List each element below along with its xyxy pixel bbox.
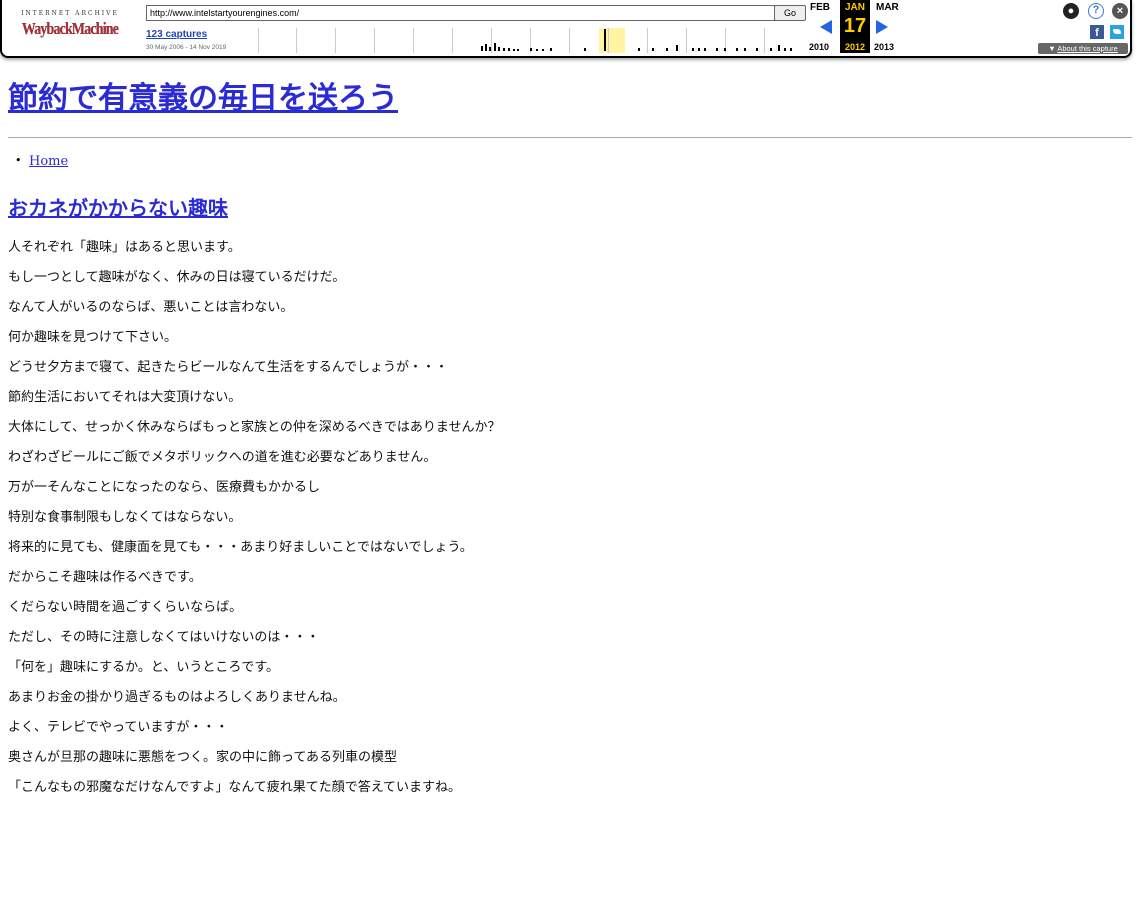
capture-sparkline[interactable] <box>258 28 805 53</box>
post-paragraph: 人それぞれ「趣味」はあると思います。 <box>8 240 241 255</box>
sparkline-bar <box>756 48 758 51</box>
sparkline-bar <box>494 43 496 51</box>
sparkline-bar <box>704 48 706 51</box>
facebook-icon[interactable]: f <box>1090 25 1104 39</box>
sparkline-bar <box>744 48 746 51</box>
post-paragraph: 節約生活においてそれは大変頂けない。 <box>8 390 242 405</box>
help-icon[interactable]: ? <box>1088 3 1104 19</box>
sparkline-year-divider <box>374 28 375 53</box>
prev-month-link[interactable]: FEB <box>810 2 830 13</box>
logo-top-text: INTERNET ARCHIVE <box>21 10 119 17</box>
post-paragraph: 特別な食事制限もしなくてはならない。 <box>8 510 242 525</box>
user-icon[interactable]: ● <box>1063 3 1079 19</box>
sparkline-year-divider <box>647 28 648 53</box>
current-month: JAN <box>844 2 865 13</box>
sparkline-year-divider <box>764 28 765 53</box>
post-paragraph: だからこそ趣味は作るべきです。 <box>8 570 202 585</box>
post-paragraph: 将来的に見ても、健康面を見ても・・・あまり好ましいことではないでしょう。 <box>8 540 473 555</box>
post-paragraph: なんて人がいるのならば、悪いことは言わない。 <box>8 300 294 315</box>
about-capture-label: About this capture <box>1057 44 1118 53</box>
post-paragraph: 奥さんが旦那の趣味に悪態をつく。家の中に飾ってある列車の模型 <box>8 750 397 765</box>
captures-link[interactable]: 123 captures <box>146 29 207 40</box>
sparkline-bar <box>498 47 500 51</box>
nav-menu: Home <box>15 154 68 169</box>
sparkline-year-divider <box>686 28 687 53</box>
post-paragraph: 大体にして、せっかく休みならばもっと家族との仲を深めるべきではありませんか？ <box>8 420 501 435</box>
sparkline-bar <box>666 48 668 51</box>
post-title-link[interactable]: おカネがかからない趣味 <box>8 196 228 220</box>
sparkline-bar <box>604 29 606 51</box>
site-title: 節約で有意義の毎日を送ろう <box>8 80 398 118</box>
next-month-link[interactable]: MAR <box>876 2 899 13</box>
post-paragraph: わざわざビールにご飯でメタボリックへの道を進む必要などありません。 <box>8 450 437 465</box>
sparkline-bar <box>676 45 678 51</box>
post-paragraph: 「何を」趣味にするか。と、いうところです。 <box>8 660 280 675</box>
sparkline-bar <box>638 48 640 51</box>
sparkline-bar <box>517 49 519 51</box>
post-paragraph: どうせ夕方まで寝て、起きたらビールなんて生活をするんでしょうが・・・ <box>8 360 449 375</box>
url-input[interactable]: http://www.intelstartyourengines.com/ <box>146 5 776 21</box>
sparkline-bar <box>724 48 726 51</box>
wayback-toolbar: INTERNET ARCHIVE WaybackMachine http://w… <box>0 0 1132 58</box>
logo-main-text: WaybackMachine <box>21 19 119 38</box>
go-button[interactable]: Go <box>774 5 806 21</box>
sparkline-bar <box>784 48 786 51</box>
nav-item-home: Home <box>15 154 68 169</box>
sparkline-year-divider <box>569 28 570 53</box>
sparkline-bar <box>513 49 515 51</box>
sparkline-year-divider <box>335 28 336 53</box>
sparkline-year-divider <box>258 28 259 53</box>
post-paragraph: あまりお金の掛かり過ぎるものはよろしくありませんね。 <box>8 690 346 705</box>
current-day: 17 <box>843 15 867 37</box>
sparkline-bar <box>716 48 718 51</box>
prev-capture-arrow-icon[interactable] <box>820 20 832 34</box>
sparkline-bar <box>536 49 538 51</box>
about-capture-button[interactable]: ▼ About this capture <box>1038 43 1128 54</box>
twitter-icon[interactable] <box>1110 25 1124 39</box>
sparkline-year-divider <box>608 28 609 53</box>
sparkline-bar <box>736 48 738 51</box>
post-paragraph: くだらない時間を過ごすくらいならば。 <box>8 600 243 615</box>
sparkline-bar <box>508 48 510 51</box>
sparkline-bar <box>481 46 483 51</box>
nav-home-link[interactable]: Home <box>29 154 68 169</box>
post-title: おカネがかからない趣味 <box>8 192 228 221</box>
sparkline-year-divider <box>413 28 414 53</box>
sparkline-bar <box>584 48 586 51</box>
header-divider <box>8 137 1132 138</box>
sparkline-bar <box>530 48 532 51</box>
post-content: 人それぞれ「趣味」はあると思います。 もし一つとして趣味がなく、休みの日は寝てい… <box>8 238 1128 808</box>
sparkline-bar <box>698 48 700 51</box>
post-paragraph: 何か趣味を見つけて下さい。 <box>8 330 178 345</box>
sparkline-bar <box>485 44 487 51</box>
sparkline-bar <box>550 48 552 51</box>
post-paragraph: 「こんなもの邪魔なだけなんですよ」なんて疲れ果てた顔で答えていますね。 <box>8 780 462 795</box>
sparkline-bar <box>542 49 544 51</box>
sparkline-year-divider <box>296 28 297 53</box>
sparkline-bar <box>778 45 780 51</box>
capture-date-range: 30 May 2006 - 14 Nov 2019 <box>146 44 227 51</box>
post-paragraph: もし一つとして趣味がなく、休みの日は寝ているだけだ。 <box>8 270 346 285</box>
site-title-link[interactable]: 節約で有意義の毎日を送ろう <box>8 81 398 116</box>
wayback-logo[interactable]: INTERNET ARCHIVE WaybackMachine <box>10 4 130 39</box>
sparkline-bar <box>489 47 491 51</box>
current-year: 2012 <box>844 42 866 52</box>
sparkline-bar <box>770 48 772 51</box>
sparkline-highlight-year <box>599 28 625 53</box>
sparkline-year-divider <box>452 28 453 53</box>
sparkline-bar <box>503 48 505 51</box>
sparkline-bar <box>692 48 694 51</box>
prev-year-link[interactable]: 2010 <box>809 42 829 52</box>
sparkline-bar <box>652 48 654 51</box>
post-paragraph: ただし、その時に注意しなくてはいけないのは・・・ <box>8 630 320 645</box>
post-paragraph: 万が一そんなことになったのなら、医療費もかかるし <box>8 480 321 495</box>
sparkline-year-divider <box>491 28 492 53</box>
close-icon[interactable]: × <box>1112 3 1128 19</box>
next-year-link[interactable]: 2013 <box>874 42 894 52</box>
post-paragraph: よく、テレビでやっていますが・・・ <box>8 720 229 735</box>
sparkline-bar <box>790 48 792 51</box>
next-capture-arrow-icon[interactable] <box>876 20 888 34</box>
